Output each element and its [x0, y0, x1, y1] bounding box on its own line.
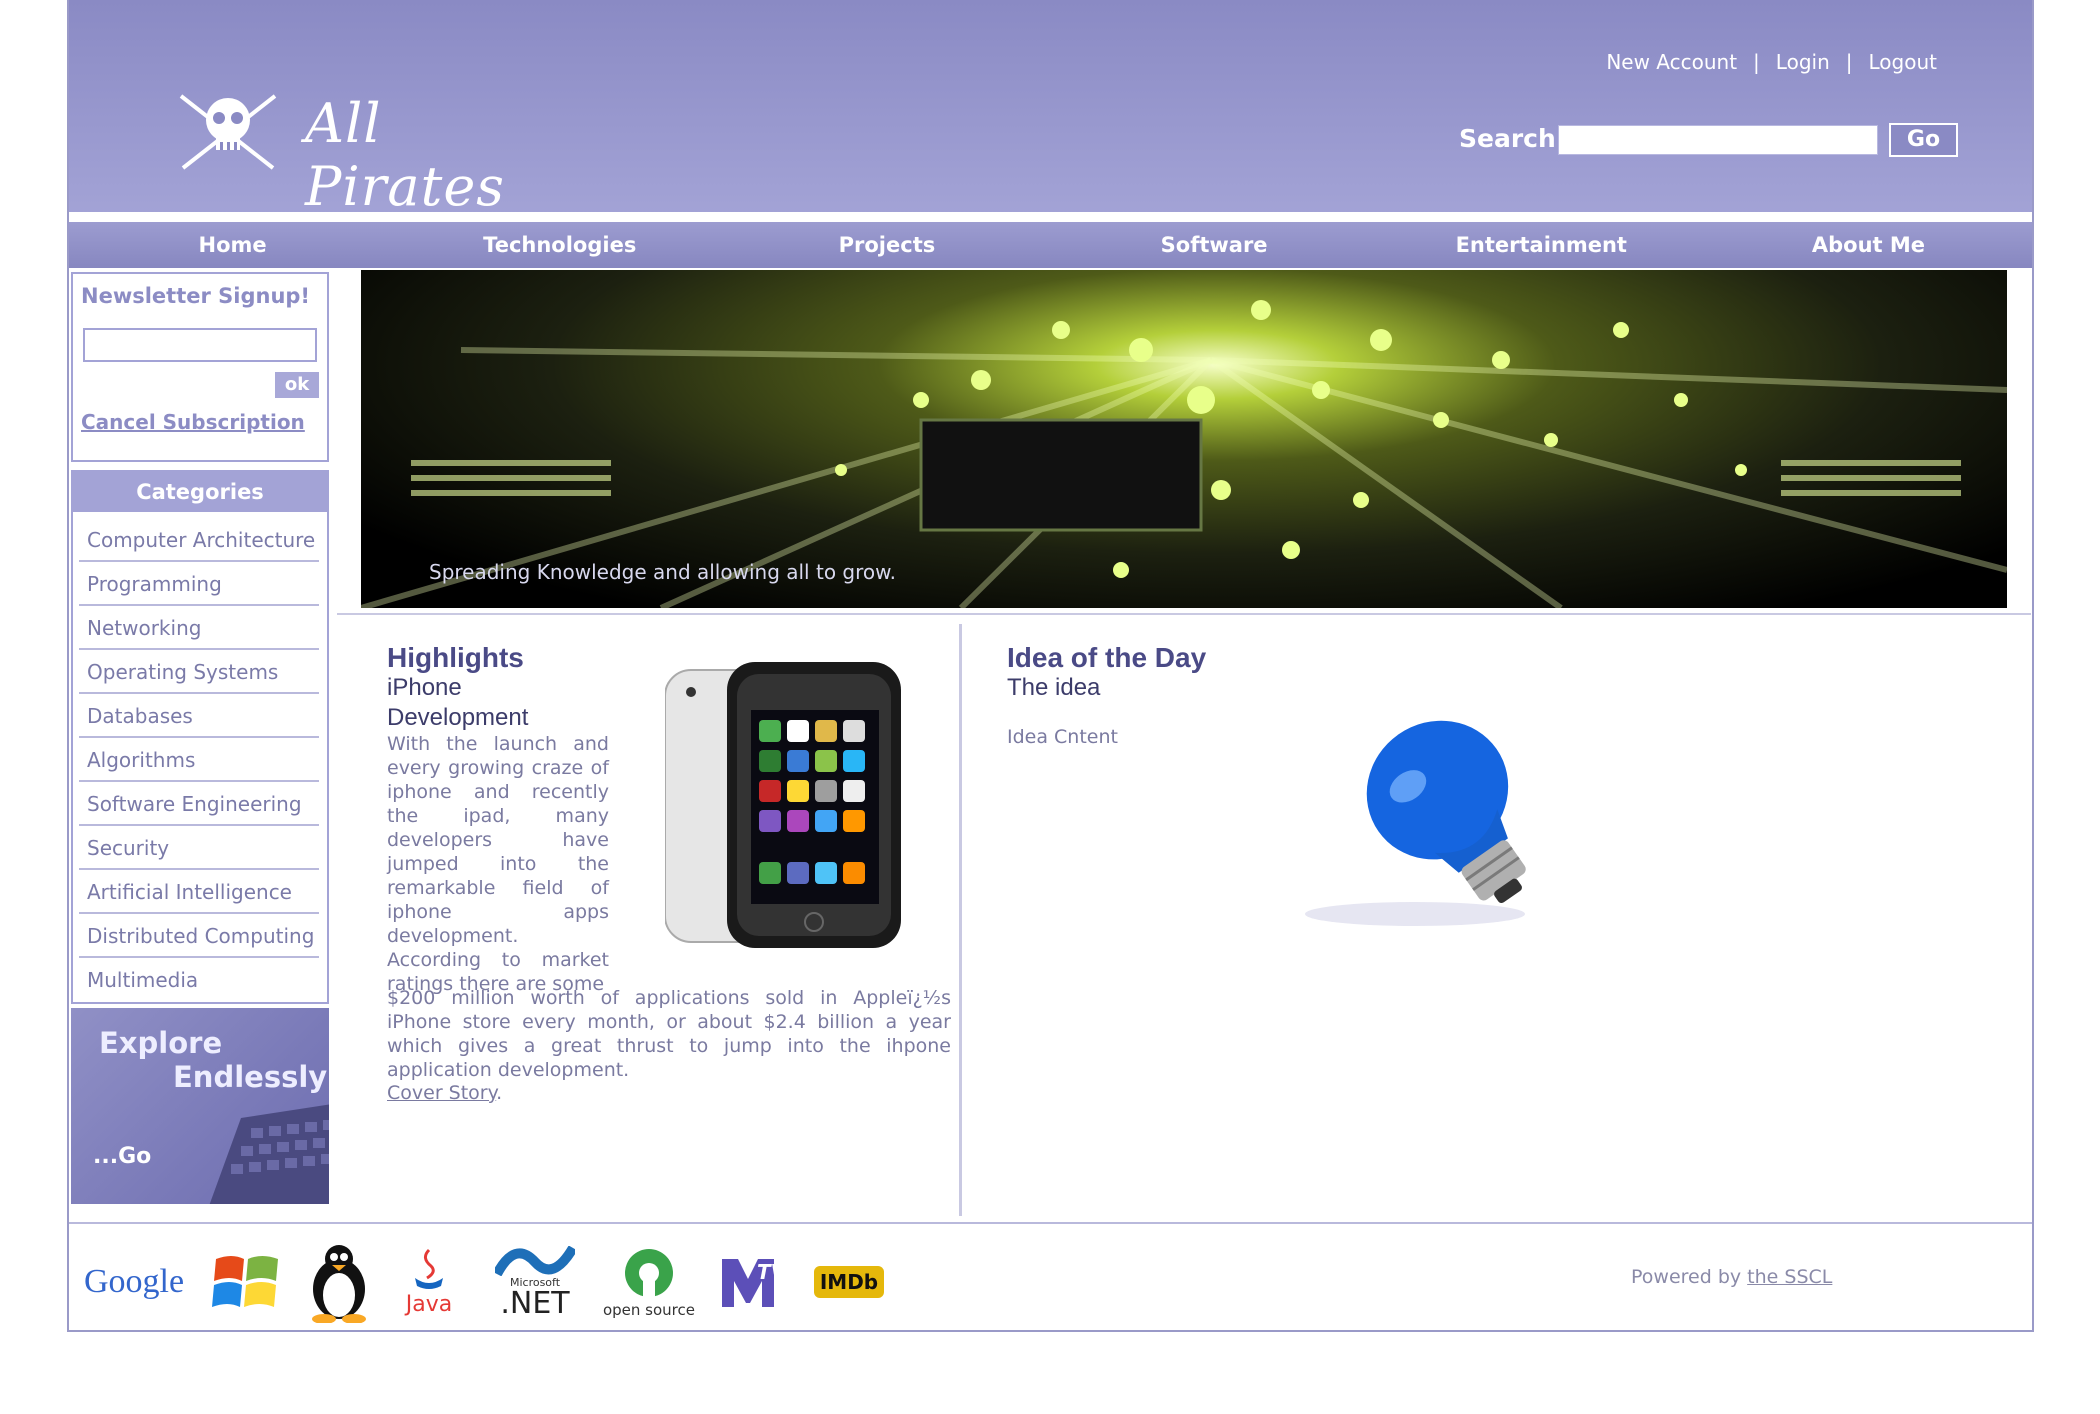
java-logo[interactable]: Java [389, 1240, 469, 1324]
java-coffee-cup-icon [415, 1248, 443, 1289]
category-distributed-computing[interactable]: Distributed Computing [79, 914, 319, 958]
categories-list: Computer Architecture Programming Networ… [79, 518, 319, 1002]
categories-box: Categories Computer Architecture Program… [71, 470, 329, 1004]
linux-logo[interactable] [299, 1240, 379, 1324]
lightbulb-image [1305, 720, 1526, 926]
nav-about-me[interactable]: About Me [1705, 222, 2032, 268]
mtv-logo[interactable]: TV [715, 1240, 795, 1324]
open-source-text: open source [602, 1301, 695, 1319]
category-computer-architecture[interactable]: Computer Architecture [79, 518, 319, 562]
logout-link[interactable]: Logout [1869, 50, 1937, 74]
nav-software[interactable]: Software [1051, 222, 1378, 268]
main-nav: Home Technologies Projects Software Ente… [69, 222, 2032, 268]
idea-title: Idea of the Day [1007, 642, 1207, 673]
link-separator: | [1845, 50, 1853, 74]
imdb-logo[interactable]: IMDb [809, 1240, 889, 1324]
newsletter-box: Newsletter Signup! ok Cancel Subscriptio… [71, 272, 329, 462]
search-label: Search: [1459, 124, 1566, 153]
category-operating-systems[interactable]: Operating Systems [79, 650, 319, 694]
idea-content: Idea Cntent [1007, 726, 1118, 748]
newsletter-email-input[interactable] [83, 328, 317, 362]
header: All Pirates New Account | Login | Logout Sea… [69, 0, 2032, 218]
skull-crossed-swords-icon [179, 94, 277, 170]
cover-story-link[interactable]: Cover Story [387, 1082, 496, 1104]
nav-projects[interactable]: Projects [723, 222, 1050, 268]
newsletter-title: Newsletter Signup! [81, 284, 311, 308]
powered-by: Powered by the SSCL [1631, 1266, 1832, 1288]
windows-logo[interactable] [207, 1240, 287, 1324]
account-links: New Account | Login | Logout [1606, 50, 1937, 74]
search-input[interactable] [1558, 125, 1878, 155]
category-multimedia[interactable]: Multimedia [79, 958, 319, 1002]
dotnet-wave-icon [495, 1245, 575, 1276]
hero-banner-image: Spreading Knowledge and allowing all to … [361, 270, 2007, 608]
mtv-text: TV [757, 1260, 787, 1284]
category-artificial-intelligence[interactable]: Artificial Intelligence [79, 870, 319, 914]
category-networking[interactable]: Networking [79, 606, 319, 650]
cover-story: Cover Story. [387, 1082, 502, 1104]
google-logo[interactable]: Google [79, 1240, 189, 1324]
header-divider [69, 212, 2032, 216]
cover-period: . [496, 1082, 503, 1104]
keyboard-icon [209, 1104, 329, 1204]
highlights-subtitle: iPhone [387, 674, 462, 701]
dotnet-logo[interactable]: Microsoft .NET [485, 1240, 585, 1324]
iphone-image [665, 662, 901, 948]
explore-line1: Explore [99, 1026, 223, 1060]
idea-subtitle: The idea [1007, 674, 1101, 701]
newsletter-ok-button[interactable]: ok [275, 372, 319, 398]
categories-title: Categories [73, 472, 327, 512]
open-source-keyhole-icon [625, 1249, 673, 1301]
imdb-text: IMDb [813, 1266, 885, 1298]
category-databases[interactable]: Databases [79, 694, 319, 738]
dotnet-text: .NET [500, 1285, 570, 1321]
banner-caption: Spreading Knowledge and allowing all to … [429, 560, 897, 584]
nav-entertainment[interactable]: Entertainment [1378, 222, 1705, 268]
link-separator: | [1753, 50, 1760, 74]
highlights-subtitle: Development [387, 704, 529, 731]
highlights-title: Highlights [387, 642, 524, 673]
category-security[interactable]: Security [79, 826, 319, 870]
logo-text: All Pirates [305, 92, 505, 218]
highlights-body: With the launch and every growing craze … [387, 733, 609, 995]
windows-icon [212, 1256, 278, 1307]
content-divider [337, 613, 2031, 615]
explore-banner[interactable]: Explore Endlessly ...Go [71, 1008, 329, 1204]
explore-line2: Endlessly [173, 1060, 328, 1094]
sscl-link[interactable]: the SSCL [1747, 1266, 1832, 1288]
highlights-body-continued: $200 million worth of applications sold … [387, 987, 951, 1081]
open-source-logo[interactable]: open source [599, 1240, 699, 1324]
google-text: Google [83, 1263, 185, 1300]
site-logo[interactable]: All Pirates [137, 78, 557, 218]
cancel-subscription-link[interactable]: Cancel Subscription [81, 410, 305, 434]
circuit-board-image [361, 300, 2007, 608]
tux-penguin-icon [312, 1245, 366, 1323]
explore-go-link[interactable]: ...Go [93, 1144, 151, 1169]
nav-home[interactable]: Home [69, 222, 396, 268]
nav-technologies[interactable]: Technologies [396, 222, 723, 268]
login-link[interactable]: Login [1776, 50, 1830, 74]
search-go-button[interactable]: Go [1889, 123, 1958, 157]
java-text: Java [405, 1291, 453, 1317]
footer-divider [69, 1222, 2032, 1224]
column-divider [959, 624, 962, 1216]
category-programming[interactable]: Programming [79, 562, 319, 606]
powered-by-text: Powered by [1631, 1266, 1748, 1288]
new-account-link[interactable]: New Account [1606, 50, 1737, 74]
category-algorithms[interactable]: Algorithms [79, 738, 319, 782]
category-software-engineering[interactable]: Software Engineering [79, 782, 319, 826]
page-container: All Pirates New Account | Login | Logout Sea… [67, 0, 2034, 1332]
